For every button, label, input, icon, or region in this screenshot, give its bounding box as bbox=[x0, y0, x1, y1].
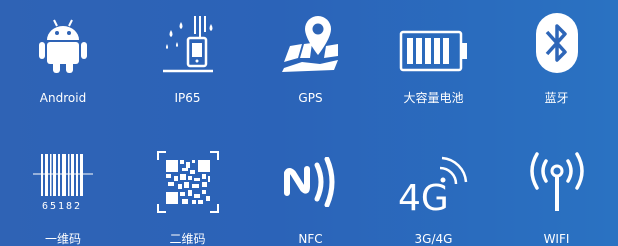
feature-grid: Android IP65 GPS 大容量电池 蓝牙 65182 一维码 二维码 … bbox=[0, 0, 618, 246]
feature-3g4g: 4G 3G/4G bbox=[372, 122, 495, 246]
feature-label: 大容量电池 bbox=[403, 91, 464, 105]
feature-ip65: IP65 bbox=[126, 0, 249, 122]
feature-battery: 大容量电池 bbox=[372, 0, 495, 122]
qr-code-icon bbox=[126, 134, 249, 230]
4g-signal-icon: 4G bbox=[372, 134, 495, 230]
feature-label: GPS bbox=[298, 91, 323, 105]
bluetooth-icon bbox=[495, 10, 618, 74]
feature-bluetooth: 蓝牙 bbox=[495, 0, 618, 122]
android-icon bbox=[0, 10, 126, 74]
feature-barcode: 65182 一维码 bbox=[0, 122, 126, 246]
barcode-digits: 65182 bbox=[42, 201, 82, 212]
feature-qrcode: 二维码 bbox=[126, 122, 249, 246]
4g-text: 4G bbox=[398, 178, 449, 212]
battery-icon bbox=[372, 10, 495, 74]
feature-android: Android bbox=[0, 0, 126, 122]
nfc-icon bbox=[249, 134, 372, 230]
barcode-icon: 65182 bbox=[0, 134, 126, 230]
feature-gps: GPS bbox=[249, 0, 372, 122]
feature-label: 蓝牙 bbox=[544, 91, 569, 105]
feature-wifi: WIFI bbox=[495, 122, 618, 246]
wifi-antenna-icon bbox=[495, 134, 618, 230]
feature-label: IP65 bbox=[174, 91, 201, 105]
feature-label: Android bbox=[39, 91, 87, 105]
waterproof-device-icon bbox=[126, 10, 249, 74]
map-pin-icon bbox=[249, 10, 372, 74]
feature-nfc: NFC bbox=[249, 122, 372, 246]
